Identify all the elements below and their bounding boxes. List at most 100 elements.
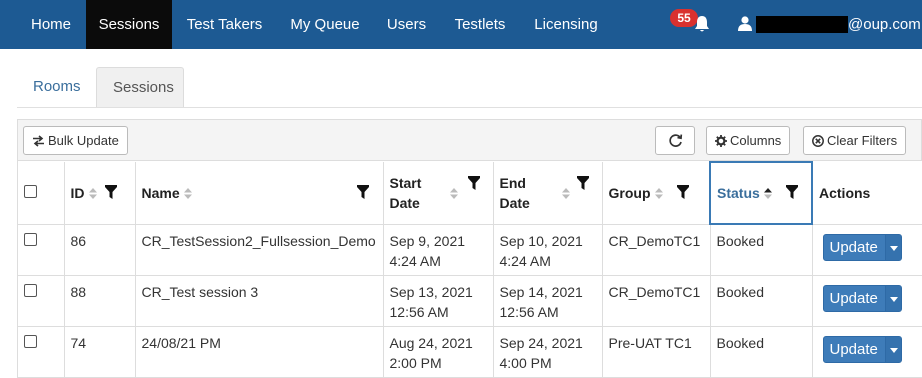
header-group-label: Group bbox=[608, 184, 651, 201]
nav-my-queue[interactable]: My Queue bbox=[277, 0, 373, 49]
row-checkbox[interactable] bbox=[24, 283, 37, 297]
cell-id: 74 bbox=[64, 326, 136, 378]
tab-sessions[interactable]: Sessions bbox=[96, 67, 184, 108]
filter-icon[interactable] bbox=[576, 176, 589, 190]
cell-id: 86 bbox=[64, 224, 136, 276]
header-actions: Actions bbox=[812, 162, 922, 225]
sort-ascending-icon[interactable] bbox=[763, 188, 772, 199]
header-name[interactable]: Name bbox=[135, 162, 384, 225]
end-time: 4:24 AM bbox=[499, 252, 551, 269]
clear-filters-button[interactable]: Clear Filters bbox=[803, 126, 907, 155]
sort-icon[interactable] bbox=[449, 188, 458, 199]
sort-icon[interactable] bbox=[88, 187, 97, 199]
exchange-icon bbox=[33, 135, 44, 147]
top-navbar: Home Sessions Test Takers My Queue Users… bbox=[0, 0, 922, 49]
cell-name: CR_TestSession2_Fullsession_Demo bbox=[135, 224, 384, 276]
caret-down-icon bbox=[889, 347, 898, 353]
nav-test-takers[interactable]: Test Takers bbox=[172, 0, 277, 49]
cell-status: Booked bbox=[710, 326, 813, 378]
tab-divider bbox=[17, 107, 922, 108]
columns-button[interactable]: Columns bbox=[706, 126, 791, 155]
header-select bbox=[18, 162, 65, 225]
filter-icon[interactable] bbox=[356, 184, 369, 199]
nav-home[interactable]: Home bbox=[17, 0, 85, 49]
cell-start-date: Sep 13, 2021 12:56 AM bbox=[383, 275, 494, 327]
update-dropdown-toggle[interactable] bbox=[884, 285, 901, 311]
cell-group: Pre-UAT TC1 bbox=[602, 326, 711, 378]
header-status[interactable]: Status bbox=[709, 161, 813, 225]
cell-status: Booked bbox=[710, 275, 813, 327]
header-actions-label: Actions bbox=[819, 184, 871, 201]
clear-filters-label: Clear Filters bbox=[827, 133, 898, 148]
header-start-label-2: Date bbox=[389, 194, 420, 211]
header-end-date[interactable]: End Date bbox=[493, 162, 603, 225]
cell-end-date: Sep 10, 2021 4:24 AM bbox=[493, 224, 603, 276]
start-date: Aug 24, 2021 bbox=[389, 334, 473, 351]
row-select-cell bbox=[18, 224, 65, 276]
nav-testlets[interactable]: Testlets bbox=[440, 0, 520, 49]
cell-status: Booked bbox=[710, 224, 813, 276]
filter-icon[interactable] bbox=[676, 184, 689, 199]
cell-group: CR_DemoTC1 bbox=[602, 275, 711, 327]
cell-name: CR_Test session 3 bbox=[135, 275, 384, 327]
sort-icon[interactable] bbox=[561, 188, 570, 199]
header-group[interactable]: Group bbox=[602, 162, 711, 225]
table-row: 74 24/08/21 PM Aug 24, 2021 2:00 PM Sep 2… bbox=[18, 326, 922, 378]
caret-down-icon bbox=[889, 245, 898, 251]
cell-id: 88 bbox=[64, 275, 136, 327]
header-end-label-2: Date bbox=[499, 194, 530, 211]
end-time: 12:56 AM bbox=[499, 303, 559, 320]
nav-sessions[interactable]: Sessions bbox=[86, 0, 172, 49]
header-start-date[interactable]: Start Date bbox=[383, 162, 494, 225]
start-time: 12:56 AM bbox=[389, 303, 449, 320]
user-icon bbox=[738, 16, 752, 31]
table-row: 88 CR_Test session 3 Sep 13, 2021 12:56 A… bbox=[18, 275, 922, 327]
row-select-cell bbox=[18, 326, 65, 378]
select-all-checkbox[interactable] bbox=[24, 184, 37, 198]
end-time: 4:00 PM bbox=[499, 354, 552, 371]
header-id-label: ID bbox=[70, 184, 85, 201]
nav-users[interactable]: Users bbox=[373, 0, 440, 49]
update-button-label: Update bbox=[829, 238, 878, 256]
update-button-label: Update bbox=[829, 340, 878, 358]
end-date: Sep 24, 2021 bbox=[499, 334, 583, 351]
row-checkbox[interactable] bbox=[24, 334, 37, 348]
filter-icon[interactable] bbox=[104, 184, 117, 199]
row-checkbox[interactable] bbox=[24, 232, 37, 246]
start-time: 2:00 PM bbox=[389, 354, 442, 371]
row-select-cell bbox=[18, 275, 65, 327]
redacted-username bbox=[756, 16, 848, 33]
caret-down-icon bbox=[889, 296, 898, 302]
update-dropdown-toggle[interactable] bbox=[884, 336, 901, 362]
bell-icon[interactable] bbox=[694, 15, 710, 33]
table-toolbar: Bulk Update Columns Clear Filters bbox=[17, 119, 922, 161]
filter-icon[interactable] bbox=[467, 176, 480, 190]
header-name-label: Name bbox=[141, 184, 180, 201]
update-split-button[interactable]: Update bbox=[822, 284, 902, 312]
tab-rooms[interactable]: Rooms bbox=[17, 67, 97, 108]
filter-icon[interactable] bbox=[786, 185, 798, 199]
update-split-button[interactable]: Update bbox=[822, 335, 902, 363]
sort-icon[interactable] bbox=[183, 187, 192, 199]
cell-actions: Update bbox=[812, 326, 922, 378]
start-date: Sep 13, 2021 bbox=[389, 283, 473, 300]
sessions-table: ID Name Start Date End Date Group Status… bbox=[17, 161, 922, 378]
start-date: Sep 9, 2021 bbox=[389, 232, 466, 249]
header-id[interactable]: ID bbox=[64, 162, 136, 225]
start-time: 4:24 AM bbox=[389, 252, 441, 269]
header-status-label: Status bbox=[717, 185, 760, 201]
bulk-update-button[interactable]: Bulk Update bbox=[23, 126, 128, 155]
refresh-button[interactable] bbox=[655, 126, 695, 155]
gear-icon bbox=[715, 135, 727, 147]
end-date: Sep 10, 2021 bbox=[499, 232, 583, 249]
sort-icon[interactable] bbox=[654, 187, 663, 199]
cell-name: 24/08/21 PM bbox=[135, 326, 384, 378]
cell-end-date: Sep 14, 2021 12:56 AM bbox=[493, 275, 603, 327]
table-row: 86 CR_TestSession2_Fullsession_Demo Sep … bbox=[18, 224, 922, 276]
update-split-button[interactable]: Update bbox=[822, 233, 902, 261]
user-email[interactable]: @oup.com bbox=[848, 0, 921, 49]
refresh-icon bbox=[668, 134, 682, 147]
update-dropdown-toggle[interactable] bbox=[884, 234, 901, 260]
cell-start-date: Sep 9, 2021 4:24 AM bbox=[383, 224, 494, 276]
nav-licensing[interactable]: Licensing bbox=[520, 0, 612, 49]
